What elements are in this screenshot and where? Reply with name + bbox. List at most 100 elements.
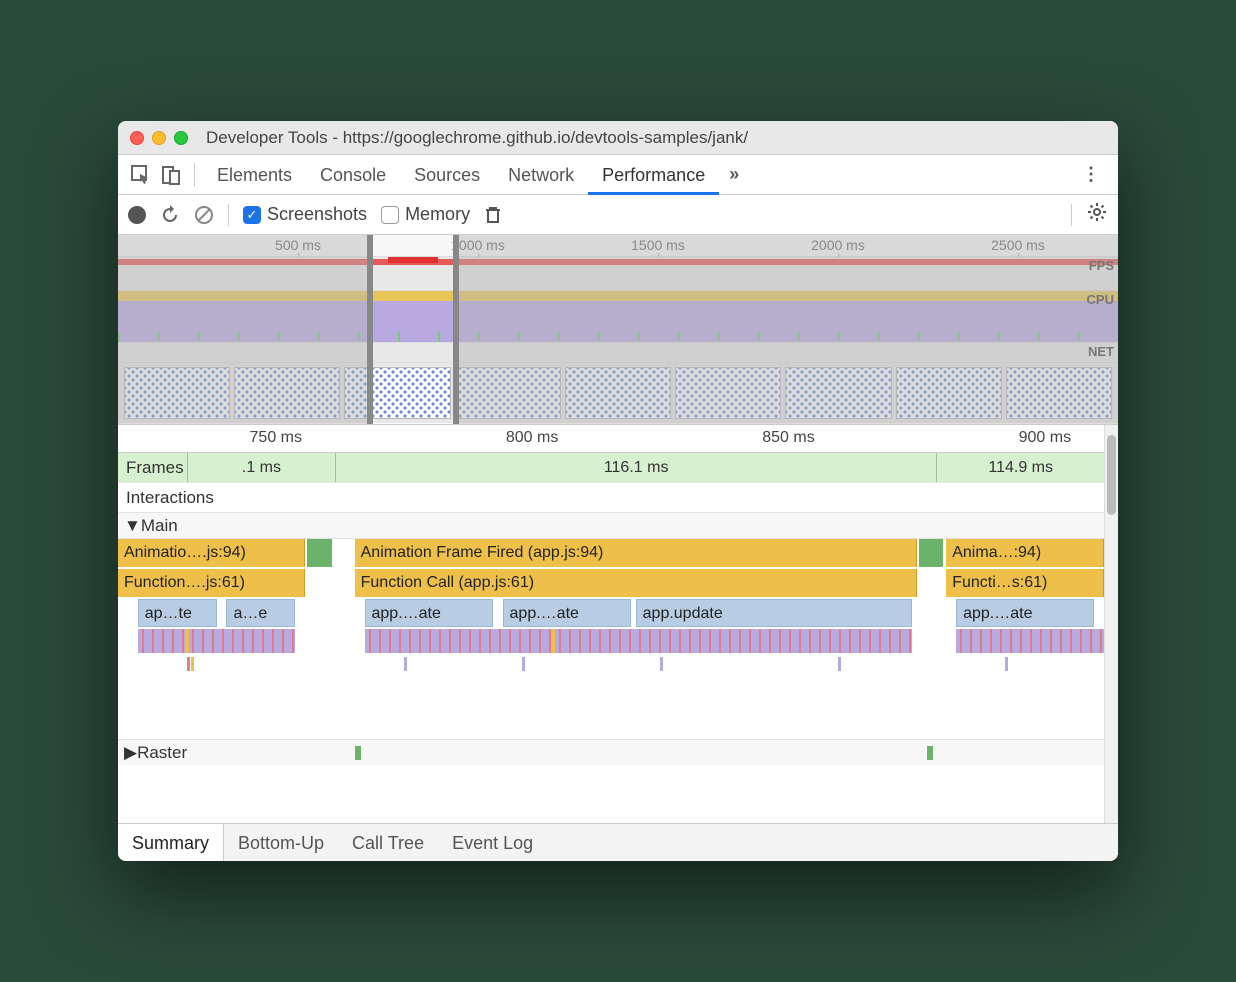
devtools-window: Developer Tools - https://googlechrome.g… xyxy=(118,121,1118,861)
detail-ruler[interactable]: 750 ms 800 ms 850 ms 900 ms xyxy=(118,425,1104,453)
screenshots-checkbox[interactable]: ✓ xyxy=(243,206,261,224)
ruler-tick: 500 ms xyxy=(275,237,321,253)
flame-bar[interactable]: Anima…:94) xyxy=(946,539,1104,567)
memory-label: Memory xyxy=(405,204,470,225)
divider xyxy=(194,163,195,187)
flame-bar[interactable] xyxy=(307,539,332,567)
filmstrip-thumb[interactable] xyxy=(565,367,671,419)
vertical-scrollbar[interactable] xyxy=(1104,425,1118,823)
tab-elements[interactable]: Elements xyxy=(203,155,306,195)
flame-microbar[interactable] xyxy=(660,657,663,671)
flame-bar[interactable]: app.update xyxy=(636,599,912,627)
raster-event-marker[interactable] xyxy=(355,746,361,760)
flame-microbar[interactable] xyxy=(838,657,841,671)
filmstrip-thumb[interactable] xyxy=(344,367,450,419)
flame-bar[interactable]: a…e xyxy=(226,599,295,627)
frame-segment[interactable]: 116.1 ms xyxy=(335,453,936,482)
flame-bar[interactable]: Functi…s:61) xyxy=(946,569,1104,597)
flame-stripe[interactable] xyxy=(956,629,1104,653)
trash-icon[interactable] xyxy=(484,205,502,225)
tab-summary[interactable]: Summary xyxy=(118,824,224,861)
filmstrip-thumb[interactable] xyxy=(124,367,230,419)
flame-bar[interactable]: Function Call (app.js:61) xyxy=(355,569,917,597)
net-label: NET xyxy=(1088,344,1114,359)
flame-microbar[interactable] xyxy=(404,657,407,671)
main-flame-chart[interactable]: Animatio….js:94) Animation Frame Fired (… xyxy=(118,539,1104,739)
flame-stripe[interactable] xyxy=(138,629,296,653)
flame-bar[interactable]: app.…ate xyxy=(956,599,1094,627)
ruler-tick: 850 ms xyxy=(762,429,814,447)
frame-segment[interactable]: .1 ms xyxy=(187,453,335,482)
raster-event-marker[interactable] xyxy=(927,746,933,760)
flame-microbar[interactable] xyxy=(191,657,194,671)
overview-ruler[interactable]: 500 ms 1000 ms 1500 ms 2000 ms 2500 ms xyxy=(118,235,1118,257)
flame-chart-area[interactable]: 750 ms 800 ms 850 ms 900 ms Frames .1 ms… xyxy=(118,425,1104,765)
scrollbar-thumb[interactable] xyxy=(1107,435,1116,515)
screenshot-filmstrip[interactable] xyxy=(118,363,1118,423)
filmstrip-thumb[interactable] xyxy=(234,367,340,419)
tab-console[interactable]: Console xyxy=(306,155,400,195)
record-button[interactable] xyxy=(128,206,146,224)
filmstrip-thumb[interactable] xyxy=(896,367,1002,419)
minimize-window-icon[interactable] xyxy=(152,131,166,145)
reload-button[interactable] xyxy=(160,205,180,225)
disclosure-triangle-icon[interactable]: ▶ xyxy=(124,743,137,763)
interactions-row[interactable]: Interactions xyxy=(118,483,1104,513)
maximize-window-icon[interactable] xyxy=(174,131,188,145)
device-toolbar-icon[interactable] xyxy=(156,164,186,186)
cpu-lane: CPU xyxy=(118,291,1118,343)
filmstrip-thumb[interactable] xyxy=(785,367,891,419)
ruler-tick: 1500 ms xyxy=(631,237,685,253)
flame-microbar[interactable] xyxy=(522,657,525,671)
performance-toolbar: ✓ Screenshots Memory xyxy=(118,195,1118,235)
clear-button[interactable] xyxy=(194,205,214,225)
flame-bar[interactable]: Animation Frame Fired (app.js:94) xyxy=(355,539,917,567)
window-controls xyxy=(130,131,188,145)
more-tabs-icon[interactable]: » xyxy=(719,164,749,185)
detail-pane: 750 ms 800 ms 850 ms 900 ms Frames .1 ms… xyxy=(118,425,1118,823)
overview-timeline[interactable]: 500 ms 1000 ms 1500 ms 2000 ms 2500 ms F… xyxy=(118,235,1118,425)
screenshots-toggle[interactable]: ✓ Screenshots xyxy=(243,204,367,225)
fps-lane: FPS xyxy=(118,257,1118,291)
memory-checkbox[interactable] xyxy=(381,206,399,224)
flame-bar[interactable]: app.…ate xyxy=(365,599,493,627)
frames-row[interactable]: Frames .1 ms 116.1 ms 114.9 ms xyxy=(118,453,1104,483)
panel-tabs: Elements Console Sources Network Perform… xyxy=(118,155,1118,195)
filmstrip-thumb[interactable] xyxy=(1006,367,1112,419)
flame-stripe[interactable] xyxy=(365,629,912,653)
overview-selection-marker xyxy=(388,257,438,263)
net-lane: NET xyxy=(118,343,1118,363)
memory-toggle[interactable]: Memory xyxy=(381,204,470,225)
inspect-element-icon[interactable] xyxy=(126,164,156,186)
fps-label: FPS xyxy=(1089,258,1114,273)
filmstrip-thumb[interactable] xyxy=(675,367,781,419)
close-window-icon[interactable] xyxy=(130,131,144,145)
main-thread-header[interactable]: ▼ Main xyxy=(118,513,1104,539)
flame-bar[interactable]: Function….js:61) xyxy=(118,569,305,597)
flame-bar[interactable]: app.…ate xyxy=(503,599,631,627)
filmstrip-thumb[interactable] xyxy=(455,367,561,419)
tab-bottom-up[interactable]: Bottom-Up xyxy=(224,824,338,861)
flame-bar[interactable]: ap…te xyxy=(138,599,217,627)
tab-event-log[interactable]: Event Log xyxy=(438,824,547,861)
tab-network[interactable]: Network xyxy=(494,155,588,195)
raster-header[interactable]: ▶ Raster xyxy=(118,739,1104,765)
flame-microbar[interactable] xyxy=(1005,657,1008,671)
flame-bar[interactable]: Animatio….js:94) xyxy=(118,539,305,567)
tab-call-tree[interactable]: Call Tree xyxy=(338,824,438,861)
frame-segment[interactable]: 114.9 ms xyxy=(936,453,1104,482)
divider xyxy=(228,204,229,226)
ruler-tick: 2000 ms xyxy=(811,237,865,253)
titlebar: Developer Tools - https://googlechrome.g… xyxy=(118,121,1118,155)
kebab-menu-icon[interactable]: ⋮ xyxy=(1072,164,1110,185)
tab-performance[interactable]: Performance xyxy=(588,155,719,195)
settings-icon[interactable] xyxy=(1086,201,1108,228)
disclosure-triangle-icon[interactable]: ▼ xyxy=(124,516,141,536)
raster-label: Raster xyxy=(137,743,187,763)
flame-bar[interactable] xyxy=(919,539,944,567)
tab-sources[interactable]: Sources xyxy=(400,155,494,195)
frames-label: Frames xyxy=(126,458,184,478)
flame-microbar[interactable] xyxy=(187,657,190,671)
cpu-label: CPU xyxy=(1087,292,1114,307)
ruler-tick: 1000 ms xyxy=(451,237,505,253)
